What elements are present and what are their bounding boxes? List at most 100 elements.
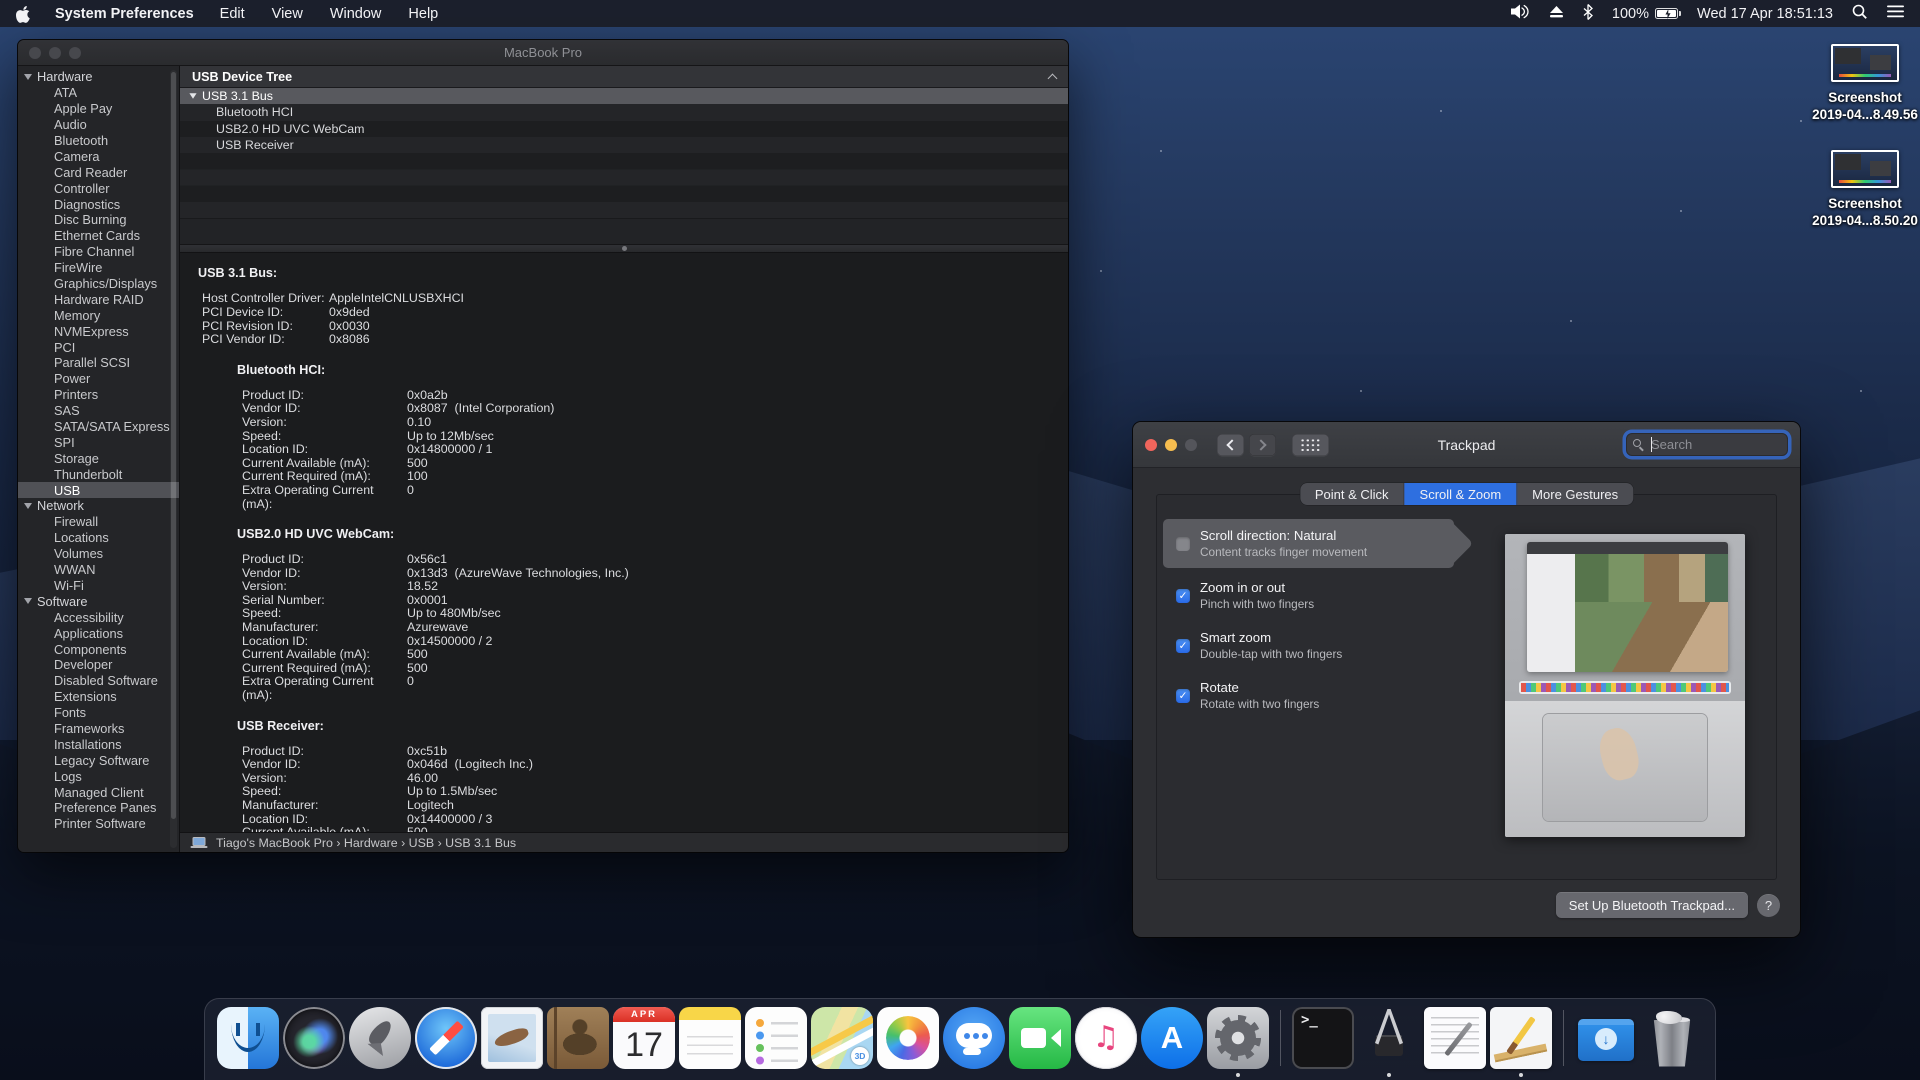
device-tree-row[interactable]: USB Receiver bbox=[180, 137, 1068, 153]
device-tree-row[interactable]: Bluetooth HCI bbox=[180, 104, 1068, 120]
sidebar-item[interactable]: Disc Burning bbox=[18, 212, 179, 228]
tab[interactable]: Scroll & Zoom bbox=[1405, 483, 1518, 505]
menu-item[interactable]: Window bbox=[330, 6, 382, 22]
bluetooth-icon[interactable] bbox=[1583, 4, 1593, 24]
minimize-button[interactable] bbox=[1165, 439, 1177, 451]
show-all-preferences-button[interactable] bbox=[1292, 434, 1329, 456]
desktop-screenshot-icon[interactable]: Screenshot 2019-04...8.49.56 bbox=[1800, 44, 1920, 123]
sidebar-item[interactable]: Managed Client bbox=[18, 784, 179, 800]
dock-app-icon[interactable] bbox=[1009, 1007, 1071, 1069]
sidebar-item[interactable]: Card Reader bbox=[18, 164, 179, 180]
sidebar-item[interactable]: Legacy Software bbox=[18, 752, 179, 768]
sidebar-item[interactable]: Installations bbox=[18, 736, 179, 752]
close-button[interactable] bbox=[1145, 439, 1157, 451]
checkbox[interactable] bbox=[1176, 639, 1190, 653]
desktop-screenshot-icon[interactable]: Screenshot 2019-04...8.50.20 bbox=[1800, 150, 1920, 229]
volume-icon[interactable] bbox=[1511, 4, 1530, 23]
pane-splitter[interactable] bbox=[180, 244, 1068, 253]
sidebar-item[interactable]: Firewall bbox=[18, 514, 179, 530]
menu-item[interactable]: Help bbox=[408, 6, 438, 22]
sidebar-item[interactable]: Power bbox=[18, 371, 179, 387]
dock-app-icon[interactable] bbox=[1141, 1007, 1203, 1069]
device-tree-row[interactable]: USB2.0 HD UVC WebCam bbox=[180, 121, 1068, 137]
menu-item[interactable]: Edit bbox=[220, 6, 245, 22]
dock-app-icon[interactable] bbox=[349, 1007, 411, 1069]
sidebar-item[interactable]: Developer bbox=[18, 657, 179, 673]
dock-app-icon[interactable] bbox=[415, 1007, 477, 1069]
sidebar-item[interactable]: Frameworks bbox=[18, 721, 179, 737]
dock-app-icon[interactable] bbox=[1575, 1007, 1637, 1069]
notification-center-icon[interactable] bbox=[1887, 5, 1904, 22]
gesture-option-row[interactable]: Scroll direction: Natural Content tracks… bbox=[1163, 519, 1454, 568]
dock-app-icon[interactable] bbox=[217, 1007, 279, 1069]
setup-bluetooth-trackpad-button[interactable]: Set Up Bluetooth Trackpad... bbox=[1556, 892, 1748, 918]
sidebar-item[interactable]: Wi-Fi bbox=[18, 578, 179, 594]
tab[interactable]: Point & Click bbox=[1300, 483, 1405, 505]
sidebar-item[interactable]: Fibre Channel bbox=[18, 244, 179, 260]
sidebar-item[interactable]: Components bbox=[18, 641, 179, 657]
sidebar-item[interactable]: NVMExpress bbox=[18, 323, 179, 339]
help-button[interactable]: ? bbox=[1757, 894, 1780, 917]
forward-button[interactable] bbox=[1249, 434, 1276, 456]
window-titlebar[interactable]: MacBook Pro bbox=[18, 40, 1068, 66]
dock-app-icon[interactable] bbox=[877, 1007, 939, 1069]
dock-app-icon[interactable]: 3D bbox=[811, 1007, 873, 1069]
dock-app-icon[interactable] bbox=[1358, 1007, 1420, 1069]
sidebar-item[interactable]: USB bbox=[18, 482, 179, 498]
window-toolbar[interactable]: Trackpad bbox=[1133, 422, 1800, 468]
sidebar-item[interactable]: Applications bbox=[18, 625, 179, 641]
eject-icon[interactable] bbox=[1549, 5, 1564, 22]
sidebar-group-header[interactable]: Software bbox=[18, 593, 179, 609]
sidebar-item[interactable]: Disabled Software bbox=[18, 673, 179, 689]
sidebar-item[interactable]: Camera bbox=[18, 148, 179, 164]
sidebar-item[interactable]: SATA/SATA Express bbox=[18, 419, 179, 435]
sidebar-item[interactable]: Logs bbox=[18, 768, 179, 784]
sidebar-item[interactable]: Diagnostics bbox=[18, 196, 179, 212]
breadcrumb[interactable]: Tiago's MacBook Pro › Hardware › USB › U… bbox=[216, 836, 516, 850]
zoom-button[interactable] bbox=[1185, 439, 1197, 451]
app-menu-title[interactable]: System Preferences bbox=[55, 6, 194, 22]
dock-app-icon[interactable] bbox=[1641, 1007, 1703, 1069]
gesture-option-row[interactable]: Zoom in or out Pinch with two fingers bbox=[1163, 571, 1454, 620]
sidebar-item[interactable]: Printers bbox=[18, 387, 179, 403]
dock-app-icon[interactable] bbox=[745, 1007, 807, 1069]
dock-app-icon[interactable] bbox=[1075, 1007, 1137, 1069]
dock-app-icon[interactable] bbox=[679, 1007, 741, 1069]
dock-app-icon[interactable] bbox=[1292, 1007, 1354, 1069]
dock-app-icon[interactable] bbox=[1563, 1010, 1564, 1066]
dock-app-icon[interactable] bbox=[1207, 1007, 1269, 1069]
dock-app-icon[interactable]: APR 17 bbox=[613, 1007, 675, 1069]
sidebar-group-header[interactable]: Hardware bbox=[18, 69, 179, 85]
back-button[interactable] bbox=[1217, 434, 1244, 456]
spotlight-icon[interactable] bbox=[1852, 4, 1868, 24]
sidebar-item[interactable]: Apple Pay bbox=[18, 101, 179, 117]
checkbox[interactable] bbox=[1176, 589, 1190, 603]
sidebar-item[interactable]: ATA bbox=[18, 85, 179, 101]
tab[interactable]: More Gestures bbox=[1517, 483, 1633, 505]
sidebar-item[interactable]: Thunderbolt bbox=[18, 466, 179, 482]
gesture-option-row[interactable]: Smart zoom Double-tap with two fingers bbox=[1163, 621, 1454, 670]
sidebar-item[interactable]: Accessibility bbox=[18, 609, 179, 625]
sidebar-item[interactable]: FireWire bbox=[18, 260, 179, 276]
sidebar-item[interactable]: Storage bbox=[18, 450, 179, 466]
collapse-chevron-icon[interactable] bbox=[1048, 73, 1058, 83]
sidebar-item[interactable]: Bluetooth bbox=[18, 133, 179, 149]
sidebar-item[interactable]: Extensions bbox=[18, 689, 179, 705]
sidebar-item[interactable]: Printer Software bbox=[18, 816, 179, 832]
menu-item[interactable]: View bbox=[272, 6, 303, 22]
dock-app-icon[interactable] bbox=[1280, 1010, 1281, 1066]
device-tree-row[interactable]: USB 3.1 Bus bbox=[180, 88, 1068, 104]
sidebar-item[interactable]: Fonts bbox=[18, 705, 179, 721]
dock-app-icon[interactable] bbox=[1424, 1007, 1486, 1069]
sidebar-item[interactable]: Ethernet Cards bbox=[18, 228, 179, 244]
sidebar-group-header[interactable]: Network bbox=[18, 498, 179, 514]
sidebar-item[interactable]: WWAN bbox=[18, 562, 179, 578]
sidebar-item[interactable]: Graphics/Displays bbox=[18, 276, 179, 292]
menu-bar-clock[interactable]: Wed 17 Apr 18:51:13 bbox=[1697, 6, 1833, 22]
gesture-option-row[interactable]: Rotate Rotate with two fingers bbox=[1163, 671, 1454, 720]
sidebar-item[interactable]: Audio bbox=[18, 117, 179, 133]
checkbox[interactable] bbox=[1176, 689, 1190, 703]
sidebar-item[interactable]: Preference Panes bbox=[18, 800, 179, 816]
dock-app-icon[interactable] bbox=[547, 1007, 609, 1069]
battery-status[interactable]: 100% bbox=[1612, 6, 1678, 22]
